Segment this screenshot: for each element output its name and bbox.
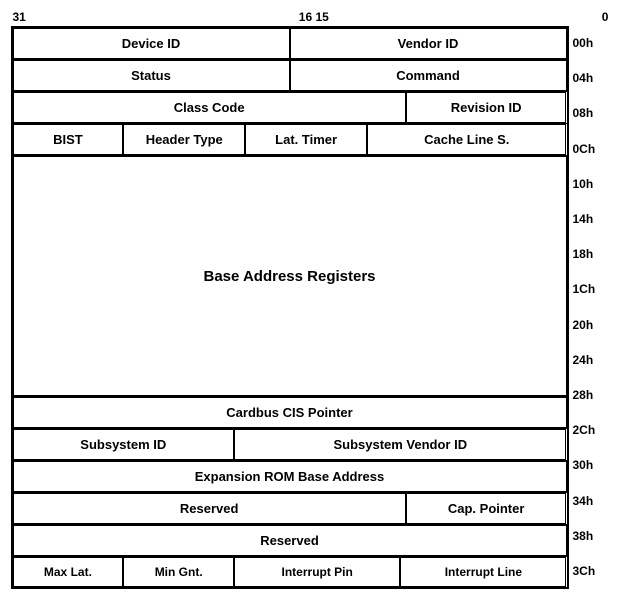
- row-08h: Class Code Revision ID: [13, 92, 567, 124]
- row-2ch: Subsystem ID Subsystem Vendor ID: [13, 429, 567, 461]
- min-gnt-cell: Min Gnt.: [123, 557, 234, 587]
- addr-28h: 28h: [569, 378, 611, 413]
- cap-pointer-cell: Cap. Pointer: [406, 493, 567, 524]
- addr-24h: 24h: [569, 343, 611, 378]
- addr-00h: 00h: [569, 26, 611, 61]
- subsystem-id-cell: Subsystem ID: [13, 429, 235, 460]
- addr-38h: 38h: [569, 519, 611, 554]
- addr-18h: 18h: [569, 237, 611, 272]
- row-28h: Cardbus CIS Pointer: [13, 397, 567, 429]
- bist-cell: BIST: [13, 124, 124, 155]
- interrupt-line-cell: Interrupt Line: [400, 557, 566, 587]
- addr-1ch: 1Ch: [569, 272, 611, 307]
- addr-10h: 10h: [569, 167, 611, 202]
- addr-08h: 08h: [569, 96, 611, 131]
- bit-16-15: 16 15: [299, 10, 329, 24]
- row-34h: Reserved Cap. Pointer: [13, 493, 567, 525]
- row-38h: Reserved: [13, 525, 567, 557]
- device-id-cell: Device ID: [13, 28, 290, 59]
- expansion-rom-cell: Expansion ROM Base Address: [13, 461, 567, 492]
- addr-14h: 14h: [569, 202, 611, 237]
- base-address-registers-cell: Base Address Registers: [13, 156, 567, 396]
- addr-0ch: 0Ch: [569, 132, 611, 167]
- cardbus-cis-cell: Cardbus CIS Pointer: [13, 397, 567, 428]
- bit-31: 31: [13, 10, 26, 24]
- row-0ch: BIST Header Type Lat. Timer Cache Line S…: [13, 124, 567, 156]
- lat-timer-cell: Lat. Timer: [245, 124, 367, 155]
- addr-3ch: 3Ch: [569, 554, 611, 589]
- row-30h: Expansion ROM Base Address: [13, 461, 567, 493]
- row-04h: Status Command: [13, 60, 567, 92]
- header-type-cell: Header Type: [123, 124, 245, 155]
- reserved-38-cell: Reserved: [13, 525, 567, 556]
- addr-2ch: 2Ch: [569, 413, 611, 448]
- address-column: 00h 04h 08h 0Ch 10h 14h 18h 1Ch 20h 24h …: [569, 26, 611, 589]
- row-00h: Device ID Vendor ID: [13, 28, 567, 60]
- status-cell: Status: [13, 60, 290, 91]
- addr-04h: 04h: [569, 61, 611, 96]
- base-address-registers-section: Base Address Registers: [13, 156, 567, 397]
- bit-0: 0: [602, 10, 609, 24]
- pci-config-space: 31 16 15 0 Device ID Vendor ID Status Co…: [11, 10, 611, 589]
- interrupt-pin-cell: Interrupt Pin: [234, 557, 400, 587]
- register-table: Device ID Vendor ID Status Command Class…: [11, 26, 569, 589]
- addr-30h: 30h: [569, 448, 611, 483]
- class-code-cell: Class Code: [13, 92, 406, 123]
- addr-34h: 34h: [569, 483, 611, 518]
- addr-20h: 20h: [569, 308, 611, 343]
- subsystem-vendor-id-cell: Subsystem Vendor ID: [234, 429, 566, 460]
- cache-line-cell: Cache Line S.: [367, 124, 566, 155]
- bit-header: 31 16 15 0: [11, 10, 611, 26]
- max-lat-cell: Max Lat.: [13, 557, 124, 587]
- reserved-34-cell: Reserved: [13, 493, 406, 524]
- vendor-id-cell: Vendor ID: [290, 28, 567, 59]
- row-3ch: Max Lat. Min Gnt. Interrupt Pin Interrup…: [13, 557, 567, 587]
- revision-id-cell: Revision ID: [406, 92, 567, 123]
- command-cell: Command: [290, 60, 567, 91]
